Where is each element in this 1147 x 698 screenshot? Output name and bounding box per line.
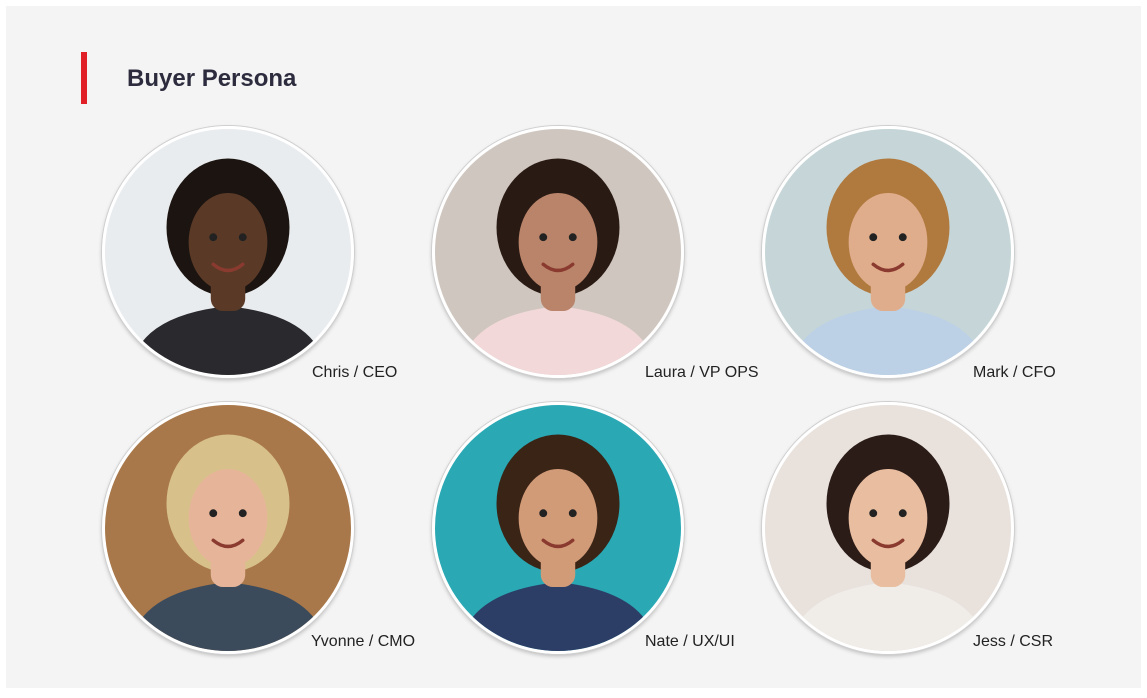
eye-shape <box>898 509 907 518</box>
eye-shape <box>209 233 218 242</box>
title-accent-bar <box>81 52 87 104</box>
portrait-illustration <box>105 405 351 651</box>
portrait-illustration <box>435 129 681 375</box>
eye-shape <box>898 233 907 242</box>
eye-shape <box>209 509 218 518</box>
face-shape <box>848 468 928 568</box>
eye-shape <box>869 509 878 518</box>
face-shape <box>188 468 268 568</box>
page-title: Buyer Persona <box>127 65 297 92</box>
face-shape <box>518 192 598 292</box>
face-shape <box>848 192 928 292</box>
persona-avatar[interactable] <box>762 402 1014 654</box>
persona-avatar[interactable] <box>762 126 1014 378</box>
persona-avatar[interactable] <box>102 402 354 654</box>
eye-shape <box>568 509 577 518</box>
persona-caption: Yvonne / CMO <box>311 633 416 650</box>
persona-avatar[interactable] <box>432 126 684 378</box>
persona-caption: Chris / CEO <box>312 364 398 381</box>
eye-shape <box>539 509 548 518</box>
persona-avatar[interactable] <box>432 402 684 654</box>
portrait-illustration <box>765 405 1011 651</box>
face-shape <box>518 468 598 568</box>
eye-shape <box>238 233 247 242</box>
eye-shape <box>568 233 577 242</box>
persona-caption: Nate / UX/UI <box>645 633 735 650</box>
portrait-illustration <box>765 129 1011 375</box>
persona-avatar[interactable] <box>102 126 354 378</box>
persona-caption: Laura / VP OPS <box>645 364 759 381</box>
persona-caption: Jess / CSR <box>973 633 1054 650</box>
face-shape <box>188 192 268 292</box>
portrait-illustration <box>105 129 351 375</box>
eye-shape <box>539 233 548 242</box>
persona-caption: Mark / CFO <box>973 364 1056 381</box>
eye-shape <box>238 509 247 518</box>
portrait-illustration <box>435 405 681 651</box>
eye-shape <box>869 233 878 242</box>
